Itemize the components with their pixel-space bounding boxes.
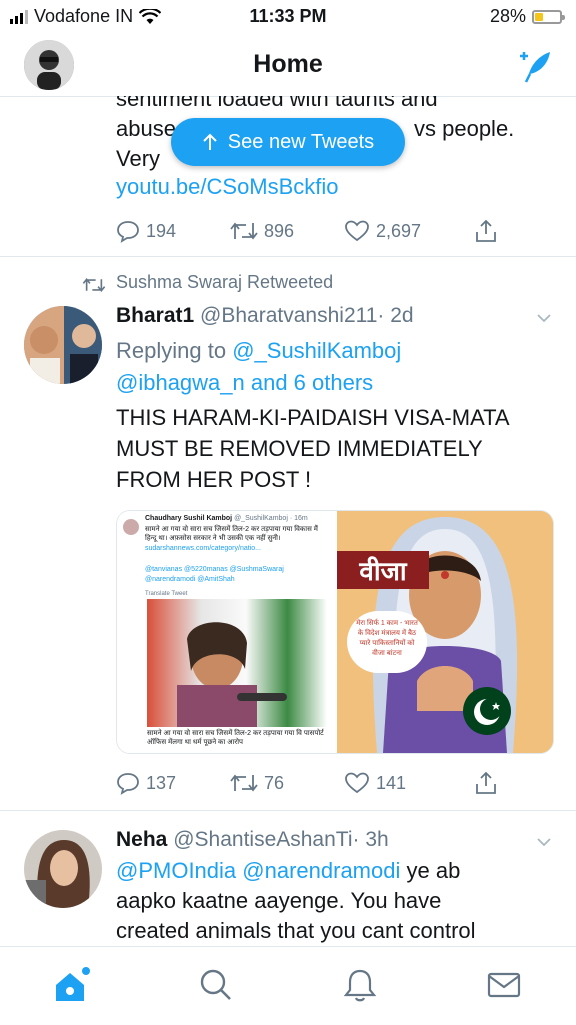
search-icon: [200, 969, 231, 1000]
tweet-actions: 194 896 2,697: [116, 218, 576, 244]
embedded-avatar: [123, 519, 139, 535]
share-icon: [476, 219, 496, 242]
heart-icon: [345, 220, 369, 242]
reply-icon: [117, 221, 139, 243]
page-title: Home: [253, 50, 323, 78]
author-handle: @ShantiseAshanTi: [173, 828, 353, 851]
retweeted-by-label: Sushma Swaraj Retweeted: [116, 272, 334, 292]
embedded-tweet-body: सामने आ गया वो सारा सच जिसमें तिल-2 कर त…: [145, 526, 318, 542]
tweet-time: · 2d: [377, 304, 414, 327]
embedded-mentions: @tanvianas @5220manas @SushmaSwaraj @nar…: [145, 566, 284, 583]
pakistan-flag-icon: [463, 687, 511, 735]
compose-tweet-button[interactable]: [514, 46, 554, 86]
mail-icon: [487, 972, 521, 998]
replying-to-label: Replying to: [116, 338, 227, 363]
retweet-icon: [230, 774, 258, 792]
share-button[interactable]: [458, 770, 576, 796]
author-name[interactable]: Neha: [116, 828, 167, 851]
media-image-left: Chaudhary Sushil Kamboj @_SushilKamboj ·…: [117, 511, 335, 753]
author-name[interactable]: Bharat1: [116, 304, 194, 327]
bottom-tab-bar: [0, 946, 576, 1025]
divider: [0, 256, 576, 257]
divider: [0, 810, 576, 811]
heart-icon: [345, 772, 369, 794]
tweet-media[interactable]: Chaudhary Sushil Kamboj @_SushilKamboj ·…: [116, 510, 554, 754]
chevron-down-icon[interactable]: [536, 310, 552, 326]
tweet-author-line: Neha @ShantiseAshanTi· 3h: [116, 828, 389, 852]
tab-notifications[interactable]: [342, 967, 378, 1003]
mention-link[interactable]: @narendramodi: [242, 858, 400, 883]
chevron-down-icon[interactable]: [536, 834, 552, 850]
author-avatar[interactable]: [24, 306, 102, 384]
author-handle: @Bharatvanshi211: [200, 304, 378, 327]
tweet-text-fragment: ye ab: [406, 858, 461, 883]
see-new-tweets-button[interactable]: See new Tweets: [171, 118, 405, 166]
retweet-count: 896: [264, 220, 295, 241]
retweet-button[interactable]: 896: [230, 218, 344, 244]
reply-icon: [117, 773, 139, 795]
tweet-text: THIS HARAM-KI-PAIDAISH VISA-MATA MUST BE…: [116, 405, 509, 492]
tweet-text-line: aapko kaatne aayenge. You have: [116, 888, 442, 913]
retweet-indicator-icon: [82, 277, 106, 293]
share-button[interactable]: [458, 218, 576, 244]
tweet-time: · 3h: [352, 828, 389, 851]
like-count: 2,697: [376, 220, 422, 241]
home-icon: [56, 967, 90, 1001]
retweet-icon: [230, 222, 258, 240]
retweet-count: 76: [264, 772, 285, 793]
embedded-link: sudarshannews.com/category/natio...: [145, 545, 261, 552]
see-new-tweets-label: See new Tweets: [227, 130, 375, 153]
embedded-translate: Translate Tweet: [145, 591, 188, 597]
tweet-link[interactable]: youtu.be/CSoMsBckfio: [116, 172, 339, 202]
like-button[interactable]: 2,697: [344, 218, 458, 244]
compose-icon: [520, 52, 550, 83]
embedded-photo: [147, 599, 327, 727]
media-image-right: वीजा मेरा सिर्फ 1 काम - भारत के विदेश मं…: [337, 511, 553, 753]
tweet-author-line: Bharat1 @Bharatvanshi211· 2d: [116, 304, 414, 328]
arrow-up-icon: [203, 133, 217, 150]
tweet-text-line: @PMOIndia @narendramodi ye ab: [116, 856, 460, 886]
share-icon: [476, 771, 496, 794]
embedded-author: Chaudhary Sushil Kamboj @_SushilKamboj ·…: [145, 515, 331, 522]
tweet-text-line: created animals that you cant control: [116, 918, 476, 943]
tab-messages[interactable]: [486, 967, 522, 1003]
replying-to-others[interactable]: @ibhagwa_n and 6 others: [116, 368, 373, 398]
retweet-button[interactable]: 76: [230, 770, 344, 796]
reply-button[interactable]: 137: [116, 770, 230, 796]
tweet-text-line: abuse: [116, 116, 176, 141]
embedded-author-name: Chaudhary Sushil Kamboj: [145, 515, 233, 522]
like-button[interactable]: 141: [344, 770, 458, 796]
reply-button[interactable]: 194: [116, 218, 230, 244]
tab-search[interactable]: [198, 967, 234, 1003]
tweet-text-line: Very: [116, 146, 161, 171]
reply-count: 194: [146, 220, 177, 241]
battery-icon: [532, 9, 565, 24]
poster-speech-bubble: मेरा सिर्फ 1 काम - भारत के विदेश मंत्राल…: [347, 611, 427, 673]
bell-icon: [343, 969, 377, 1002]
replying-to: Replying to @_SushilKamboj: [116, 336, 401, 366]
replying-to-user[interactable]: @_SushilKamboj: [232, 338, 401, 363]
author-avatar[interactable]: [24, 830, 102, 908]
embedded-caption: सामने आ गया वो सारा सच जिसमें तिल-2 कर त…: [147, 730, 324, 746]
status-bar: Vodafone IN 11:33 PM 28%: [0, 0, 576, 34]
battery-percent: 28%: [489, 6, 526, 26]
tweet-text-line: vs people.: [414, 116, 515, 141]
battery-info: 28%: [489, 6, 565, 27]
top-navbar: Home: [0, 34, 576, 97]
like-count: 141: [376, 772, 407, 793]
poster-title: वीजा: [337, 551, 429, 589]
reply-count: 137: [146, 772, 177, 793]
embedded-author-handle: @_SushilKamboj · 16m: [234, 515, 308, 522]
timeline-feed[interactable]: sentiment loaded with taunts and abuse v…: [0, 96, 576, 946]
tab-home[interactable]: [52, 967, 90, 1003]
mention-link[interactable]: @PMOIndia: [116, 858, 236, 883]
tweet-text-line: sentiment loaded with taunts and: [116, 96, 438, 111]
tweet-actions: 137 76 141: [116, 770, 576, 796]
